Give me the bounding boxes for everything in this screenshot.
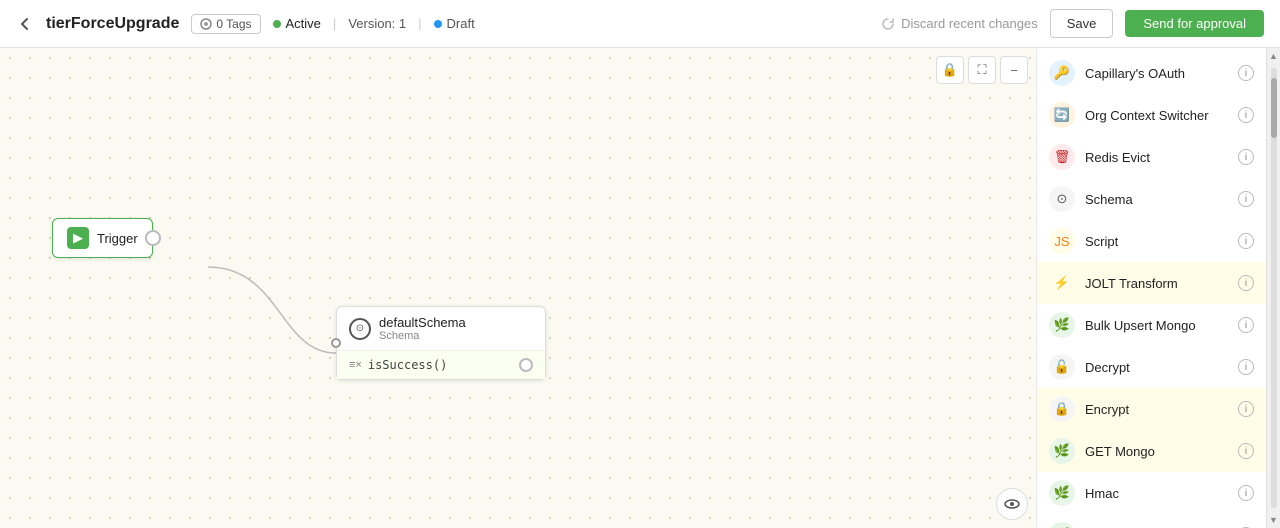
scrollbar[interactable]: ▲ ▼ (1266, 48, 1280, 528)
page-title: tierForceUpgrade (46, 15, 179, 33)
panel-item-icon-org-context-switcher: 🔄 (1049, 102, 1075, 128)
trigger-connector (145, 230, 161, 246)
schema-node-name: defaultSchema (379, 315, 466, 330)
connector-lines (0, 48, 1036, 528)
panel-item-info-org-context-switcher[interactable]: i (1238, 107, 1254, 123)
send-approval-button[interactable]: Send for approval (1125, 10, 1264, 37)
trigger-node[interactable]: ▶ Trigger (52, 218, 153, 258)
scroll-track (1271, 68, 1277, 508)
lock-button[interactable]: 🔒 (936, 56, 964, 84)
schema-output-connector (519, 358, 533, 372)
canvas[interactable]: ▶ Trigger ⊙ defaultSchema Schema ≡× isSu… (0, 48, 1036, 528)
schema-node-header: ⊙ defaultSchema Schema (337, 307, 545, 351)
panel-item-schema[interactable]: ⊙ Schema i (1037, 178, 1266, 220)
panel-item-icon-script: JS (1049, 228, 1075, 254)
panel-item-redis-evict[interactable]: 🗑 Redis Evict i (1037, 136, 1266, 178)
panel-item-icon-decrypt: 🔓 (1049, 354, 1075, 380)
scroll-up-arrow[interactable]: ▲ (1267, 48, 1280, 64)
panel-item-encrypt[interactable]: 🔒 Encrypt i (1037, 388, 1266, 430)
back-button[interactable] (16, 15, 34, 33)
expand-button[interactable]: ⛶ (968, 56, 996, 84)
panel-item-icon-put-mongo: 🌿 (1049, 522, 1075, 528)
panel-item-icon-redis-evict: 🗑 (1049, 144, 1075, 170)
active-label: Active (286, 16, 321, 31)
scroll-thumb (1271, 78, 1277, 138)
discard-label: Discard recent changes (901, 16, 1038, 31)
panel-item-label-decrypt: Decrypt (1085, 360, 1228, 375)
panel-item-info-bulk-upsert-mongo[interactable]: i (1238, 317, 1254, 333)
tags-badge[interactable]: 0 Tags (191, 14, 260, 34)
main-content: ▶ Trigger ⊙ defaultSchema Schema ≡× isSu… (0, 48, 1280, 528)
panel-item-hmac[interactable]: 🌿 Hmac i (1037, 472, 1266, 514)
schema-node-type: Schema (379, 330, 466, 342)
header: tierForceUpgrade 0 Tags Active | Version… (0, 0, 1280, 48)
schema-body: ≡× isSuccess() (337, 351, 545, 379)
panel-item-org-context-switcher[interactable]: 🔄 Org Context Switcher i (1037, 94, 1266, 136)
panel-item-icon-get-mongo: 🌿 (1049, 438, 1075, 464)
panel-item-put-mongo[interactable]: 🌿 PUT Mongo i (1037, 514, 1266, 528)
panel-item-info-get-mongo[interactable]: i (1238, 443, 1254, 459)
status-active: Active (273, 16, 321, 31)
panel-item-info-hmac[interactable]: i (1238, 485, 1254, 501)
schema-node-icon: ⊙ (349, 318, 371, 340)
panel-item-get-mongo[interactable]: 🌿 GET Mongo i (1037, 430, 1266, 472)
draft-label: Draft (447, 16, 475, 31)
scroll-down-arrow[interactable]: ▼ (1267, 512, 1280, 528)
draft-dot (434, 20, 442, 28)
func-icon: ≡× (349, 359, 362, 371)
panel-item-icon-hmac: 🌿 (1049, 480, 1075, 506)
panel-item-label-capillarys-oauth: Capillary's OAuth (1085, 66, 1228, 81)
discard-button[interactable]: Discard recent changes (881, 16, 1038, 31)
panel-item-label-encrypt: Encrypt (1085, 402, 1228, 417)
trigger-label: Trigger (97, 231, 138, 246)
panel-item-icon-bulk-upsert-mongo: 🌿 (1049, 312, 1075, 338)
panel-item-label-script: Script (1085, 234, 1228, 249)
func-label: isSuccess() (368, 358, 447, 372)
panel-item-label-jolt-transform: JOLT Transform (1085, 276, 1228, 291)
right-panel: 🔑 Capillary's OAuth i 🔄 Org Context Swit… (1036, 48, 1266, 528)
panel-item-label-get-mongo: GET Mongo (1085, 444, 1228, 459)
panel-item-label-redis-evict: Redis Evict (1085, 150, 1228, 165)
tags-label: 0 Tags (216, 17, 251, 31)
separator-1: | (333, 16, 336, 31)
panel-item-icon-capillarys-oauth: 🔑 (1049, 60, 1075, 86)
panel-item-info-redis-evict[interactable]: i (1238, 149, 1254, 165)
zoom-out-button[interactable]: − (1000, 56, 1028, 84)
panel-item-icon-encrypt: 🔒 (1049, 396, 1075, 422)
trigger-icon: ▶ (67, 227, 89, 249)
panel-item-info-jolt-transform[interactable]: i (1238, 275, 1254, 291)
panel-list: 🔑 Capillary's OAuth i 🔄 Org Context Swit… (1037, 48, 1266, 528)
panel-item-label-bulk-upsert-mongo: Bulk Upsert Mongo (1085, 318, 1228, 333)
schema-node-info: defaultSchema Schema (379, 315, 466, 342)
status-draft: Draft (434, 16, 475, 31)
canvas-controls: 🔒 ⛶ − (936, 56, 1028, 84)
panel-item-info-capillarys-oauth[interactable]: i (1238, 65, 1254, 81)
panel-item-icon-jolt-transform: ⚡ (1049, 270, 1075, 296)
preview-button[interactable] (996, 488, 1028, 520)
panel-item-label-schema: Schema (1085, 192, 1228, 207)
panel-item-script[interactable]: JS Script i (1037, 220, 1266, 262)
active-dot (273, 20, 281, 28)
panel-item-label-org-context-switcher: Org Context Switcher (1085, 108, 1228, 123)
panel-item-info-schema[interactable]: i (1238, 191, 1254, 207)
panel-item-info-decrypt[interactable]: i (1238, 359, 1254, 375)
save-button[interactable]: Save (1050, 9, 1114, 38)
panel-item-info-encrypt[interactable]: i (1238, 401, 1254, 417)
separator-2: | (418, 16, 421, 31)
panel-item-bulk-upsert-mongo[interactable]: 🌿 Bulk Upsert Mongo i (1037, 304, 1266, 346)
panel-item-jolt-transform[interactable]: ⚡ JOLT Transform i (1037, 262, 1266, 304)
version-label: Version: 1 (348, 16, 406, 31)
schema-connector-left (331, 338, 341, 348)
panel-item-icon-schema: ⊙ (1049, 186, 1075, 212)
panel-item-label-hmac: Hmac (1085, 486, 1228, 501)
schema-node[interactable]: ⊙ defaultSchema Schema ≡× isSuccess() (336, 306, 546, 380)
panel-item-decrypt[interactable]: 🔓 Decrypt i (1037, 346, 1266, 388)
panel-item-info-script[interactable]: i (1238, 233, 1254, 249)
panel-item-capillarys-oauth[interactable]: 🔑 Capillary's OAuth i (1037, 52, 1266, 94)
